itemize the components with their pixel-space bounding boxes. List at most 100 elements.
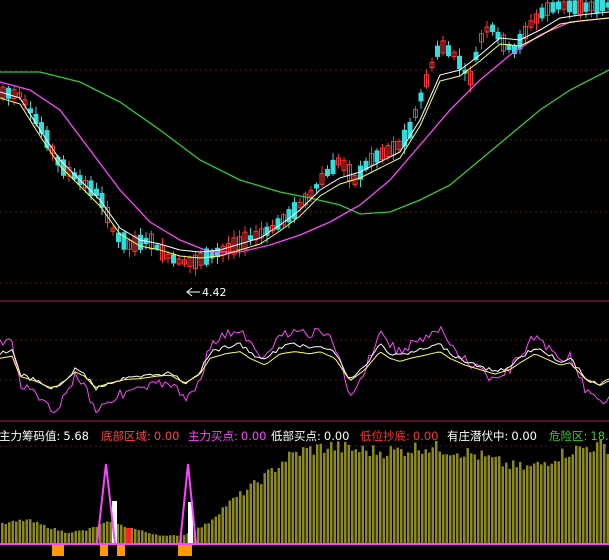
indicator-bar <box>302 447 305 544</box>
indicator-bar <box>278 468 281 544</box>
indicator-bar <box>484 456 487 544</box>
indicator-bar <box>236 497 239 544</box>
indicator-bar <box>516 467 519 544</box>
candle-body <box>403 130 407 146</box>
indicator-bar <box>320 444 323 544</box>
legend-label: 有庄潜伏中: <box>447 429 508 443</box>
candle-body <box>331 160 335 173</box>
indicator-bar <box>337 441 340 544</box>
indicator-bar <box>47 528 50 544</box>
indicator-bar <box>449 455 452 544</box>
indicator-bar <box>425 449 428 544</box>
indicator-bar <box>358 452 361 544</box>
indicator-bar <box>442 454 445 544</box>
legend-label: 主力买点: <box>188 429 238 443</box>
indicator-bar <box>407 452 410 544</box>
indicator-bar <box>201 527 204 544</box>
candle-body <box>557 2 561 9</box>
legend-value: 0.00 <box>241 429 267 443</box>
indicator-bar <box>124 527 127 544</box>
indicator-bar <box>257 482 260 544</box>
indicator-bar <box>145 532 148 544</box>
indicator-bar <box>85 531 88 544</box>
indicator-bar <box>558 461 561 544</box>
indicator-bar <box>477 460 480 544</box>
indicator-bar <box>120 525 123 544</box>
indicator-bar <box>551 464 554 544</box>
legend-item: 低部买点:0.00 <box>271 429 349 443</box>
indicator-bar <box>537 462 540 544</box>
legend-item: 主力买点:0.00 <box>188 429 266 443</box>
indicator-legend: 主力筹码值:5.68底部区域:0.00主力买点:0.00低部买点:0.00低位抄… <box>0 429 609 443</box>
indicator-bar <box>134 529 137 544</box>
indicator-bar <box>169 535 172 544</box>
indicator-bar <box>460 458 463 544</box>
indicator-bar <box>400 449 403 544</box>
candle-body <box>595 0 599 13</box>
indicator-bar <box>36 522 39 544</box>
candle-body <box>172 255 176 263</box>
indicator-bar <box>376 455 379 544</box>
indicator-bar <box>103 523 106 544</box>
indicator-bar <box>330 442 333 544</box>
indicator-bar <box>54 528 57 544</box>
candle-body <box>568 1 572 12</box>
indicator-bar <box>15 521 18 544</box>
indicator-bar <box>274 472 277 544</box>
indicator-bar <box>593 451 596 544</box>
indicator-bar <box>82 530 85 544</box>
bottom-buy-signal-bar <box>126 528 131 544</box>
min-price-annotation: 4.42 <box>187 286 227 299</box>
indicator-bar <box>488 455 491 544</box>
indicator-bar <box>313 455 316 544</box>
indicator-bar <box>5 524 8 544</box>
indicator-bar <box>530 466 533 544</box>
indicator-bar <box>341 452 344 544</box>
bottom-zone-block <box>100 544 108 556</box>
legend-label: 危险区: <box>549 429 587 443</box>
candle-body <box>315 185 319 188</box>
indicator-bar <box>327 449 330 544</box>
candle-body <box>89 181 93 196</box>
candle-body <box>293 203 297 219</box>
indicator-bar <box>176 536 179 544</box>
indicator-bar <box>138 530 141 544</box>
indicator-bar <box>411 453 414 544</box>
indicator-bar <box>334 450 337 544</box>
candle-body <box>540 8 544 18</box>
legend-item: 有庄潜伏中:0.00 <box>447 429 537 443</box>
legend-item: 主力筹码值:5.68 <box>0 429 89 443</box>
indicator-bar <box>218 514 221 544</box>
indicator-bar <box>78 531 81 544</box>
bottom-zone-block <box>52 544 64 556</box>
indicator-bar <box>40 524 43 544</box>
indicator-bar <box>316 444 319 544</box>
indicator-bar <box>428 453 431 544</box>
legend-label: 低位抄底: <box>360 429 410 443</box>
indicator-bar <box>453 455 456 544</box>
indicator-bar <box>502 466 505 544</box>
legend-value: 0.00 <box>511 429 537 443</box>
indicator-bar <box>295 452 298 544</box>
min-price-label: 4.42 <box>202 286 227 299</box>
indicator-bar <box>229 500 232 544</box>
indicator-bar <box>19 520 22 544</box>
indicator-bar <box>414 443 417 544</box>
indicator-bar <box>446 454 449 544</box>
indicator-bar <box>110 522 113 544</box>
legend-label: 主力筹码值: <box>0 429 60 443</box>
indicator-bar <box>306 448 309 544</box>
indicator-bar <box>498 456 501 544</box>
indicator-bar <box>383 458 386 544</box>
moving-average-line <box>0 18 609 258</box>
candle-body <box>551 3 555 12</box>
indicator-bar <box>61 530 64 544</box>
moving-average-line <box>0 18 609 252</box>
legend-value: 0.00 <box>413 429 439 443</box>
candle-body <box>436 46 440 56</box>
indicator-bar <box>421 454 424 544</box>
indicator-bar <box>253 480 256 544</box>
indicator-bar <box>390 446 393 544</box>
indicator-bar <box>369 456 372 544</box>
indicator-bar <box>544 462 547 544</box>
